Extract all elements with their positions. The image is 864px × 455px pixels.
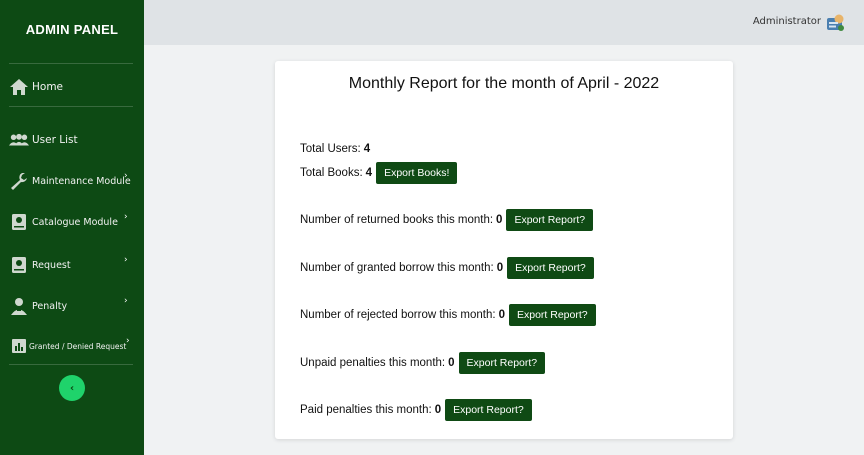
- wrench-icon: [9, 171, 29, 191]
- total-users-row: Total Users: 4: [300, 143, 370, 155]
- total-books-row: Total Books: 4 Export Books!: [300, 162, 458, 184]
- sidebar-item-catalogue-module[interactable]: Catalogue Module ›: [0, 207, 144, 237]
- sidebar-collapse-button[interactable]: ‹: [59, 375, 85, 401]
- sidebar-item-maintenance-module[interactable]: Maintenance Module ›: [0, 166, 144, 196]
- granted-borrow-row: Number of granted borrow this month: 0 E…: [300, 257, 594, 279]
- report-title: Monthly Report for the month of April - …: [348, 75, 660, 92]
- export-books-button[interactable]: Export Books!: [376, 162, 458, 184]
- chevron-right-icon: ›: [124, 255, 128, 265]
- monthly-report-card: Monthly Report for the month of April - …: [275, 61, 733, 439]
- export-granted-report-button[interactable]: Export Report?: [507, 257, 594, 279]
- total-books-label: Total Books:: [300, 167, 363, 179]
- sidebar-item-label: User List: [32, 134, 78, 146]
- report-row-value: 0: [496, 214, 503, 226]
- chevron-right-icon: ›: [126, 336, 130, 346]
- sidebar-item-label: Maintenance Module: [32, 175, 131, 187]
- sidebar-divider: [9, 106, 133, 107]
- paid-penalties-row: Paid penalties this month: 0 Export Repo…: [300, 399, 532, 421]
- chart-icon: [9, 336, 29, 356]
- users-icon: [9, 130, 29, 150]
- sidebar-item-home[interactable]: Home: [0, 72, 144, 102]
- request-icon: [9, 255, 29, 275]
- sidebar-item-label: Catalogue Module: [32, 216, 118, 228]
- report-row-label: Number of granted borrow this month:: [300, 262, 494, 274]
- report-row-value: 0: [498, 309, 505, 321]
- chevron-right-icon: ›: [124, 212, 128, 222]
- total-books-value: 4: [365, 167, 373, 179]
- export-returned-report-button[interactable]: Export Report?: [506, 209, 594, 231]
- sidebar-item-user-list[interactable]: User List: [0, 125, 144, 155]
- export-unpaid-report-button[interactable]: Export Report?: [458, 352, 546, 374]
- unpaid-penalties-row: Unpaid penalties this month: 0 Export Re…: [300, 352, 546, 374]
- returned-books-row: Number of returned books this month: 0 E…: [300, 209, 594, 231]
- avatar-icon[interactable]: [826, 13, 846, 33]
- report-row-label: Paid penalties this month:: [300, 404, 432, 416]
- report-row-label: Number of rejected borrow this month:: [300, 309, 496, 321]
- brand-title: ADMIN PANEL: [25, 22, 119, 37]
- report-row-value: 0: [496, 262, 504, 274]
- book-icon: [9, 212, 29, 232]
- sidebar-item-label: Request: [32, 259, 71, 271]
- report-row-label: Number of returned books this month:: [300, 214, 494, 226]
- export-rejected-report-button[interactable]: Export Report?: [509, 304, 596, 326]
- report-row-label: Unpaid penalties this month:: [300, 357, 446, 369]
- sidebar-item-request[interactable]: Request ›: [0, 250, 144, 280]
- chevron-right-icon: ›: [124, 171, 128, 181]
- sidebar-item-granted-denied-request[interactable]: Granted / Denied Request ›: [0, 331, 144, 361]
- rejected-borrow-row: Number of rejected borrow this month: 0 …: [300, 304, 596, 326]
- report-row-value: 0: [434, 404, 442, 416]
- sidebar-divider: [9, 364, 133, 365]
- top-bar: Administrator: [144, 0, 864, 45]
- sidebar-item-label: Home: [32, 81, 64, 93]
- penalty-icon: [9, 296, 29, 316]
- sidebar-item-label: Granted / Denied Request: [29, 341, 127, 351]
- report-row-value: 0: [448, 357, 455, 369]
- sidebar-item-penalty[interactable]: Penalty ›: [0, 291, 144, 321]
- sidebar-divider: [9, 63, 133, 64]
- home-icon: [9, 77, 29, 97]
- total-users-label: Total Users:: [300, 143, 361, 155]
- chevron-right-icon: ›: [124, 296, 128, 306]
- total-users-value: 4: [363, 143, 371, 155]
- sidebar-item-label: Penalty: [32, 300, 68, 312]
- export-paid-report-button[interactable]: Export Report?: [445, 399, 532, 421]
- user-name[interactable]: Administrator: [753, 16, 821, 27]
- sidebar: ADMIN PANEL Home User List Maintenance M…: [0, 0, 144, 455]
